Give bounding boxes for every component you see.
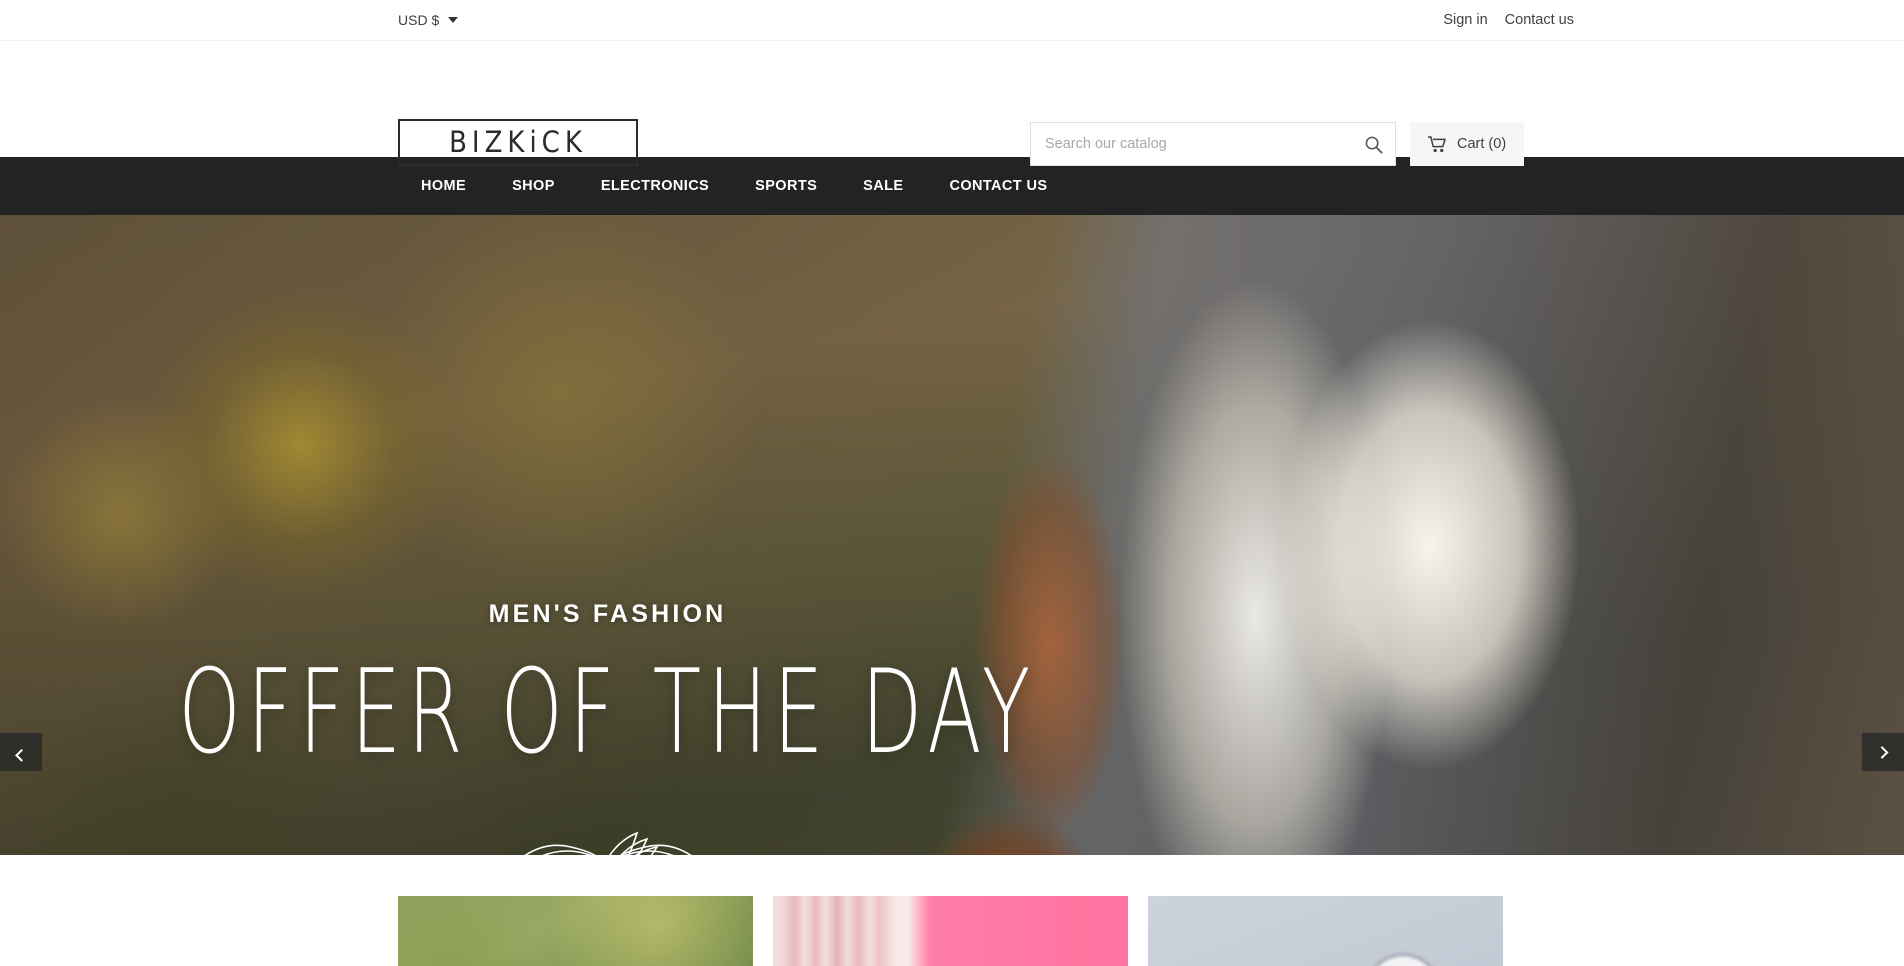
- main-navigation: HOME SHOP ELECTRONICS SPORTS SALE CONTAC…: [0, 157, 1904, 215]
- promo-banner-row: [0, 855, 1904, 966]
- currency-selector[interactable]: USD $: [398, 12, 459, 28]
- currency-label: USD $: [398, 12, 440, 28]
- hero-subtitle: MEN'S FASHION: [488, 600, 727, 628]
- shoes-banner[interactable]: [398, 896, 753, 966]
- ornament-icon: [523, 831, 692, 855]
- nav-item-home[interactable]: HOME: [398, 178, 489, 194]
- nav-item-electronics[interactable]: ELECTRONICS: [578, 178, 732, 194]
- chevron-left-icon: [14, 748, 28, 762]
- nav-item-contact-us[interactable]: CONTACT US: [926, 178, 1070, 194]
- site-header: BIZKiCK Cart (0): [0, 41, 1904, 166]
- chevron-down-icon: [448, 17, 459, 23]
- search-input[interactable]: [1031, 123, 1351, 165]
- carousel-prev-button[interactable]: [0, 733, 42, 771]
- sign-in-link[interactable]: Sign in: [1443, 12, 1487, 28]
- flourish-divider: [0, 827, 1215, 855]
- cart-button[interactable]: Cart (0): [1410, 122, 1525, 166]
- contact-us-link[interactable]: Contact us: [1505, 12, 1574, 28]
- nav-item-shop[interactable]: SHOP: [489, 178, 578, 194]
- hero-caption: MEN'S FASHION OFFER OF THE DAY: [0, 600, 1215, 771]
- site-logo[interactable]: BIZKiCK: [398, 119, 638, 166]
- nav-item-sports[interactable]: SPORTS: [732, 178, 840, 194]
- top-utility-bar: USD $ Sign in Contact us: [0, 0, 1904, 41]
- carousel-next-button[interactable]: [1862, 733, 1904, 771]
- hero-carousel: MEN'S FASHION OFFER OF THE DAY: [0, 215, 1904, 855]
- watch-banner[interactable]: [1148, 896, 1503, 966]
- fashion-banner[interactable]: [773, 896, 1128, 966]
- chevron-right-icon: [1875, 745, 1888, 759]
- top-links: Sign in Contact us: [1443, 12, 1574, 28]
- nav-items: HOME SHOP ELECTRONICS SPORTS SALE CONTAC…: [398, 178, 1070, 194]
- shopping-cart-icon: [1428, 135, 1446, 152]
- cart-label: Cart (0): [1457, 136, 1507, 152]
- logo-text: BIZKiCK: [449, 125, 587, 160]
- nav-item-sale[interactable]: SALE: [840, 178, 926, 194]
- search-icon: [1365, 136, 1382, 153]
- search-bar[interactable]: [1030, 122, 1396, 166]
- hero-title: OFFER OF THE DAY: [178, 645, 1037, 781]
- search-button[interactable]: [1351, 123, 1395, 165]
